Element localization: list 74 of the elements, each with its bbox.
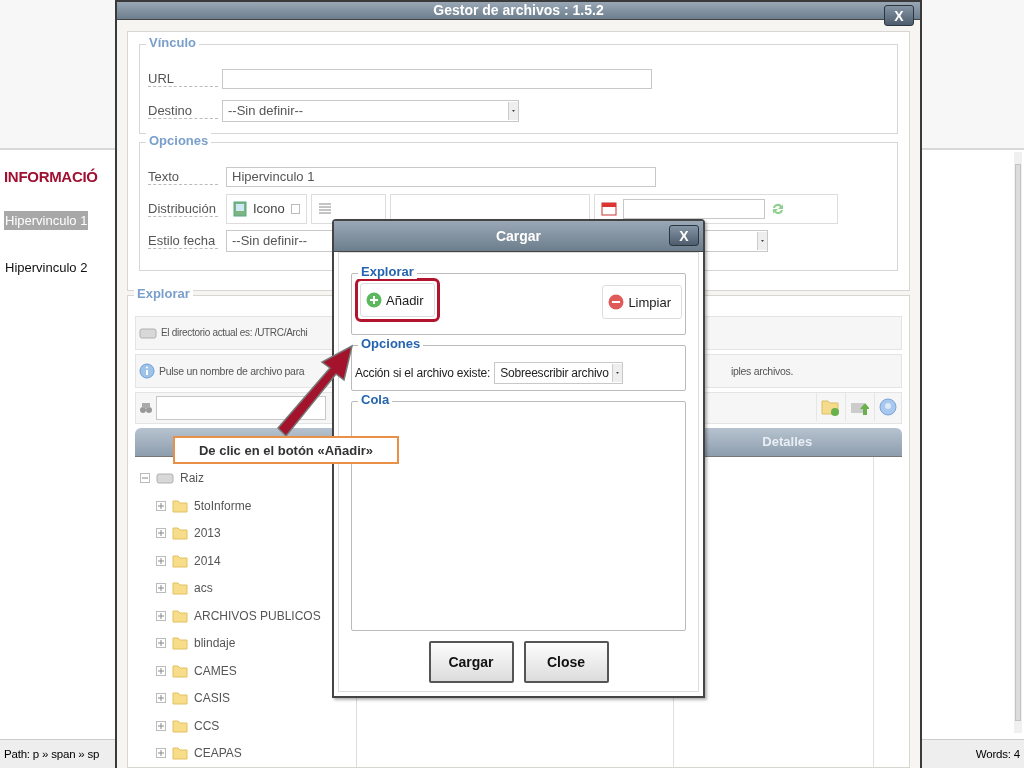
scrollbar[interactable] [1014,152,1022,733]
field-label: URL [148,70,218,87]
dropdown-arrow-icon[interactable] [757,231,767,250]
scrollbar-thumb[interactable] [1015,164,1021,721]
plus-icon [366,292,382,308]
expand-icon[interactable] [156,748,166,759]
dialog-button[interactable]: Close [523,641,609,683]
date-field[interactable] [622,198,765,219]
hint-text: Pulse un nombre de archivo para [159,364,305,377]
folder-icon [172,553,188,568]
exists-action-select[interactable]: Sobreescribir archivo [494,362,623,384]
paragraph-text: Hipervinculo 1 [4,211,89,230]
field-label: Distribución [148,200,218,217]
section-legend: Explorar [358,264,417,279]
expand-icon[interactable] [156,638,166,649]
section-legend: Cola [358,392,393,407]
text-lines-icon [317,201,332,216]
folder-icon [172,608,188,623]
window-title: Gestor de archivos : 1.5.2 [433,2,604,19]
dialog-button[interactable]: Cargar [428,641,514,683]
drive-icon [156,472,174,485]
refresh-icon [770,201,785,216]
folder-icon [172,718,188,733]
folder-icon [172,663,188,678]
folder-icon [172,526,188,541]
folder-icon [172,581,188,596]
expand-icon[interactable] [156,610,166,621]
section-legend: Opciones [146,132,212,148]
field-label: Texto [148,168,218,185]
clear-button[interactable]: Limpiar [602,285,682,319]
checkbox[interactable] [290,203,300,214]
destination-select[interactable]: --Sin definir-- [222,99,519,122]
search-field[interactable] [156,395,326,420]
word-count: Words: 4 [975,748,1020,760]
expand-icon[interactable] [156,500,166,511]
info-icon [139,362,155,379]
path-text: Path: p » span » sp [4,748,100,760]
callout-text: De clic en el botón «Añadir» [173,436,399,464]
add-button[interactable]: Añadir [360,283,435,317]
text-field[interactable]: Hipervinculo 1 [226,166,656,187]
image-icon [233,200,247,217]
field-label: Acción si el archivo existe: [355,366,491,380]
upload-icon[interactable] [845,392,872,421]
minus-icon [608,294,625,310]
url-field[interactable] [222,68,652,89]
field-label: Estilo fecha [148,232,218,249]
drive-icon [139,326,157,339]
expand-icon[interactable] [156,583,166,594]
expand-icon[interactable] [156,693,166,704]
heading-text: INFORMACIÓ [4,167,99,187]
folder-icon [172,498,188,513]
title-close-button[interactable]: X [669,225,699,246]
dialog-title: Cargar [495,228,542,244]
binoculars-icon [140,401,152,414]
hint-text: iples archivos. [730,364,793,377]
tree-item[interactable]: CEAPAS [135,739,357,767]
section-legend: Opciones [358,336,424,351]
expand-icon[interactable] [156,665,166,676]
paragraph-text: Hipervinculo 2 [4,259,89,277]
collapse-icon[interactable] [140,473,150,484]
title-close-button[interactable]: X [884,5,914,26]
expand-icon[interactable] [156,528,166,539]
folder-icon [172,636,188,651]
layout-option[interactable]: Icono [226,193,307,224]
folder-icon [172,746,188,761]
expand-icon[interactable] [156,555,166,566]
tree-item[interactable]: CCS [135,712,357,740]
directory-text: El directorio actual es: /UTRC/Archi [161,327,308,338]
dropdown-arrow-icon[interactable] [508,101,518,120]
calendar-icon [600,201,617,216]
expand-icon[interactable] [156,720,166,731]
folder-icon [172,691,188,706]
dropdown-arrow-icon[interactable] [611,364,622,382]
field-label: Destino [148,102,218,119]
